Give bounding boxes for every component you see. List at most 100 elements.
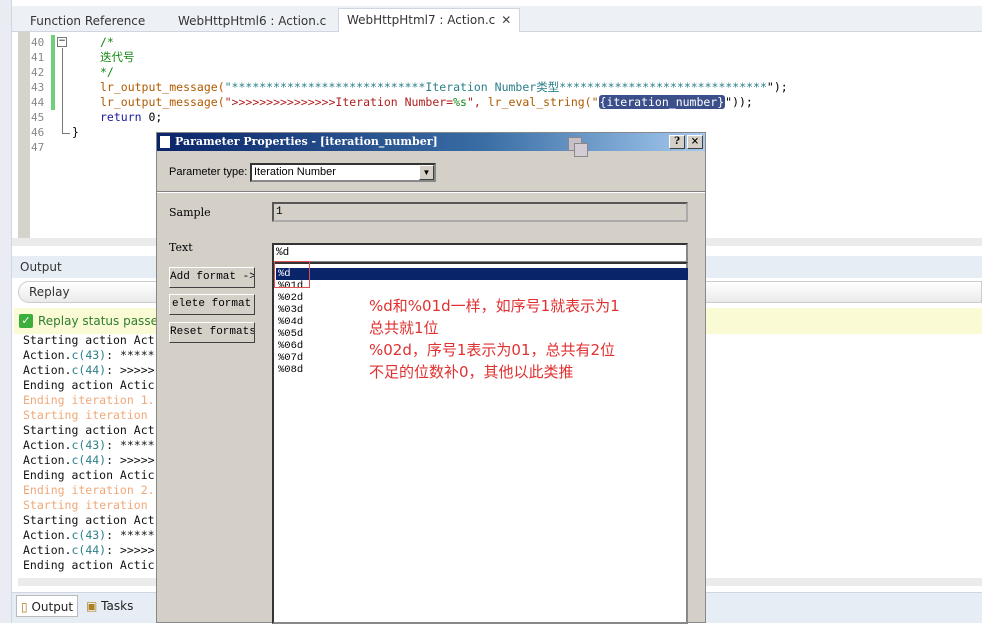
code-token: Iteration Number类型**********************… bbox=[425, 80, 767, 94]
code-token: ", bbox=[466, 95, 488, 109]
log-token: Action. bbox=[23, 543, 72, 557]
tab-function-reference[interactable]: Function Reference bbox=[22, 10, 153, 32]
format-list-item[interactable]: %d bbox=[276, 268, 688, 280]
log-token: c(43) bbox=[71, 348, 107, 362]
log-line: Ending iteration 2. bbox=[23, 483, 155, 497]
log-line: Action.c(43): ***** bbox=[23, 438, 155, 453]
log-line: Starting action Act bbox=[23, 423, 155, 437]
line-number: 42 bbox=[31, 66, 45, 79]
code-token: ")); bbox=[725, 95, 753, 109]
add-format-button[interactable]: Add format -> bbox=[169, 267, 255, 288]
reset-formats-button[interactable]: Reset formats bbox=[169, 322, 255, 343]
replay-filter-label: Replay bbox=[29, 285, 70, 299]
tasks-icon: ▣ bbox=[86, 599, 98, 613]
dialog-title: Parameter Properties - [iteration_number… bbox=[175, 135, 438, 148]
line-number: 43 bbox=[31, 81, 45, 94]
log-line: Action.c(44): >>>>> bbox=[23, 453, 155, 468]
annotation-text: %d和%01d一样，如序号1就表示为1 bbox=[369, 297, 620, 315]
sample-label: Sample bbox=[169, 206, 211, 219]
log-token: : ***** bbox=[106, 438, 155, 452]
log-line: Action.c(44): >>>>> bbox=[23, 543, 155, 558]
log-line: Starting action Act bbox=[23, 513, 155, 527]
check-icon: ✓ bbox=[19, 314, 33, 328]
close-icon[interactable]: ✕ bbox=[501, 13, 511, 27]
code-token: %s bbox=[453, 95, 467, 109]
editor-gutter bbox=[18, 32, 30, 238]
format-list-item[interactable]: %01d bbox=[276, 280, 688, 292]
fold-line bbox=[62, 133, 70, 134]
replay-status-text: Replay status passe bbox=[38, 314, 158, 328]
code-token: ">>>>>>>>>>>>>>>Iteration Number= bbox=[224, 95, 454, 109]
code-token: lr_eval_string(" bbox=[487, 95, 599, 109]
log-token: Action. bbox=[23, 438, 72, 452]
code-token: return bbox=[100, 110, 142, 124]
code-token: lr_output_message( bbox=[100, 80, 225, 94]
left-strip bbox=[0, 0, 12, 623]
annotation-text: %02d，序号1表示为01，总共有2位 bbox=[369, 341, 616, 359]
change-marker bbox=[51, 35, 55, 110]
log-line: Starting iteration bbox=[23, 408, 155, 422]
parameter-properties-dialog: Parameter Properties - [iteration_number… bbox=[156, 132, 706, 624]
delete-format-button[interactable]: elete format < bbox=[169, 294, 255, 315]
code-line: lr_output_message(">>>>>>>>>>>>>>>Iterat… bbox=[100, 95, 753, 110]
code-token: "**************************** bbox=[224, 80, 426, 94]
log-line: Ending action Actic bbox=[23, 468, 155, 482]
log-token: Action. bbox=[23, 363, 72, 377]
log-token: : ***** bbox=[106, 528, 155, 542]
log-line: Action.c(43): ***** bbox=[23, 528, 155, 543]
log-token: c(44) bbox=[71, 363, 107, 377]
log-token: Action. bbox=[23, 453, 72, 467]
fold-line bbox=[62, 48, 63, 134]
tab-label: Tasks bbox=[101, 599, 134, 613]
log-line: Action.c(44): >>>>> bbox=[23, 363, 155, 378]
code-line: } bbox=[72, 125, 79, 139]
tab-webhttphtml7[interactable]: WebHttpHtml7 : Action.c ✕ bbox=[338, 8, 521, 33]
code-line: 迭代号 bbox=[100, 50, 135, 64]
tab-output[interactable]: ▯ Output bbox=[16, 595, 79, 617]
tab-label: WebHttpHtml6 : Action.c bbox=[178, 14, 327, 28]
log-line: Ending action Actic bbox=[23, 558, 155, 572]
editor-tab-bar: Function Reference WebHttpHtml6 : Action… bbox=[12, 6, 982, 33]
log-line: Ending iteration 1. bbox=[23, 393, 155, 407]
log-token: Action. bbox=[23, 348, 72, 362]
log-line: Starting iteration bbox=[23, 498, 155, 512]
log-token: : >>>>> bbox=[106, 543, 155, 557]
tab-label: WebHttpHtml7 : Action.c bbox=[347, 13, 496, 27]
code-token: 0; bbox=[141, 110, 163, 124]
line-number: 47 bbox=[31, 141, 45, 154]
annotation-text: 总共就1位 bbox=[369, 319, 439, 337]
text-input[interactable]: %d bbox=[272, 243, 688, 263]
help-button[interactable]: ? bbox=[669, 135, 685, 149]
log-token: c(44) bbox=[71, 543, 107, 557]
log-line: Action.c(43): ***** bbox=[23, 348, 155, 363]
dialog-icon bbox=[160, 136, 170, 148]
parameter-type-select[interactable]: Iteration Number ▼ bbox=[250, 163, 436, 182]
code-line: return 0; bbox=[100, 110, 162, 125]
dialog-title-bar[interactable]: Parameter Properties - [iteration_number… bbox=[157, 133, 705, 151]
tab-tasks[interactable]: ▣ Tasks bbox=[82, 595, 137, 617]
log-token: c(43) bbox=[71, 528, 107, 542]
format-list-item[interactable]: %04d bbox=[276, 316, 688, 328]
line-number: 46 bbox=[31, 126, 45, 139]
line-number: 45 bbox=[31, 111, 45, 124]
parameter-token[interactable]: {iteration_number} bbox=[598, 95, 726, 109]
collapse-icon[interactable]: − bbox=[57, 37, 67, 47]
line-number: 41 bbox=[31, 51, 45, 64]
parameter-type-label: Parameter type: bbox=[169, 166, 248, 178]
chevron-down-icon[interactable]: ▼ bbox=[419, 165, 434, 180]
log-line: Starting action Act bbox=[23, 333, 155, 347]
annotation-text: 不足的位数补0，其他以此类推 bbox=[369, 363, 574, 381]
line-number: 40 bbox=[31, 36, 45, 49]
tab-webhttphtml6[interactable]: WebHttpHtml6 : Action.c bbox=[170, 10, 334, 32]
highlight-box bbox=[274, 261, 310, 288]
code-token: "); bbox=[766, 80, 788, 94]
line-number: 44 bbox=[31, 96, 45, 109]
window-icon bbox=[574, 143, 588, 157]
sample-field: 1 bbox=[272, 202, 688, 222]
output-icon: ▯ bbox=[21, 600, 28, 614]
tab-label: Function Reference bbox=[30, 14, 146, 28]
log-line: Ending action Actic bbox=[23, 378, 155, 392]
close-button[interactable]: × bbox=[687, 135, 703, 149]
divider bbox=[157, 191, 705, 193]
log-token: : ***** bbox=[106, 348, 155, 362]
